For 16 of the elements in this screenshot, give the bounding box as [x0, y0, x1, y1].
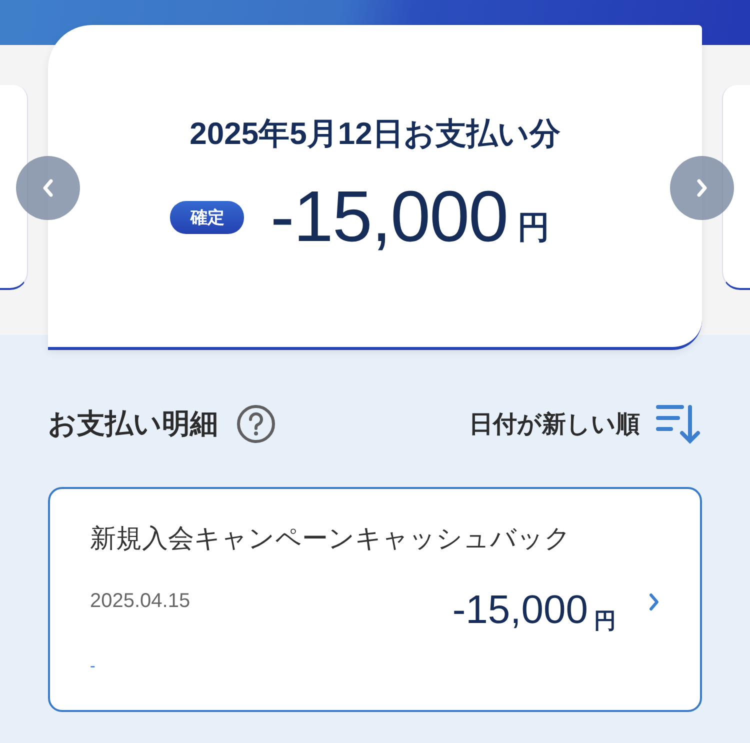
transaction-title: 新規入会キャンペーンキャッシュバック	[90, 522, 572, 555]
sort-button[interactable]: 日付が新しい順	[469, 408, 640, 440]
transaction-note: -	[90, 658, 96, 676]
chevron-right-icon	[648, 592, 660, 612]
chevron-right-icon	[695, 178, 709, 198]
transaction-amount: -15,000	[452, 590, 588, 630]
chevron-left-icon	[41, 178, 55, 198]
section-heading: お支払い明細	[48, 406, 218, 440]
statement-amount: -15,000	[270, 181, 508, 253]
currency-label: 円	[594, 607, 616, 635]
transaction-date: 2025.04.15	[90, 590, 190, 613]
sort-descending-icon[interactable]	[656, 402, 702, 444]
help-icon[interactable]	[236, 404, 276, 444]
status-badge: 確定	[170, 200, 244, 234]
currency-label: 円	[518, 208, 550, 247]
statement-title: 2025年5月12日お支払い分	[190, 115, 560, 153]
